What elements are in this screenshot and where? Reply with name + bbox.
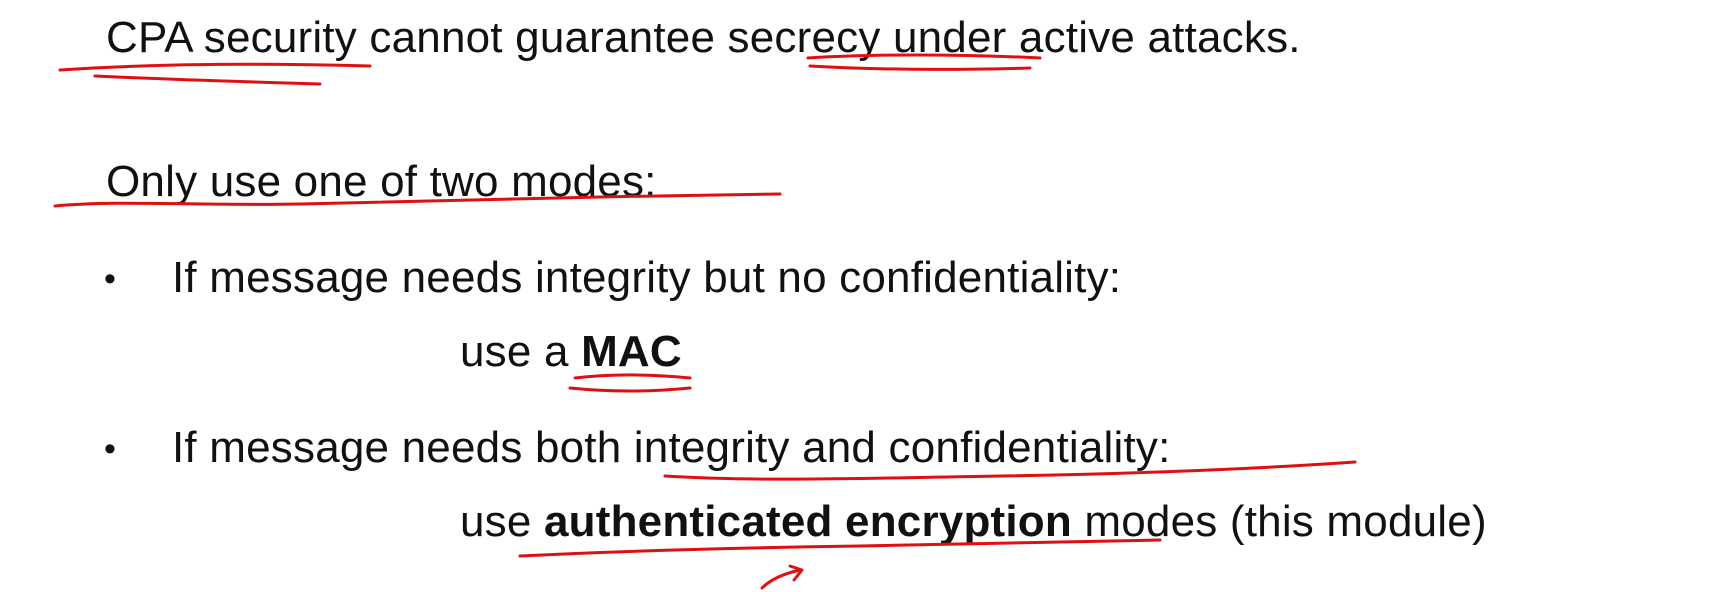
bullet-1-condition: If message needs integrity but no confid…	[172, 253, 1122, 302]
bullet-1-prefix: use a	[460, 327, 582, 376]
mac-term: MAC	[581, 327, 682, 376]
slide-line-modes-intro: Only use one of two modes:	[106, 160, 657, 204]
underline-mac-2	[568, 386, 692, 393]
bullet-2-condition: If message needs both integrity and conf…	[172, 423, 1171, 472]
bullet-2-text: If message needs both integrity and conf…	[172, 426, 1171, 470]
underline-cpa-security-2	[93, 74, 322, 86]
bullet-2-suffix: modes (this module)	[1071, 497, 1487, 546]
bullet-marker-1: •	[104, 260, 116, 298]
modes-intro-text: Only use one of two modes:	[106, 157, 657, 206]
underline-secrecy-2	[808, 64, 1032, 71]
authenticated-encryption-term: authenticated encryption	[543, 497, 1072, 546]
bullet-marker-2: •	[104, 430, 116, 468]
underline-cpa-security	[58, 62, 372, 72]
bullet-1-recommendation: use a MAC	[460, 330, 682, 374]
bullet-1-text: If message needs integrity but no confid…	[172, 256, 1121, 300]
arrow-annotation	[760, 564, 804, 590]
bullet-2-prefix: use	[460, 497, 544, 546]
lecture-slide: CPA security cannot guarantee secrecy un…	[0, 0, 1736, 592]
slide-line-cpa-security: CPA security cannot guarantee secrecy un…	[106, 16, 1301, 60]
bullet-2-recommendation: use authenticated encryption modes (this…	[460, 500, 1487, 544]
cpa-security-statement: CPA security cannot guarantee secrecy un…	[106, 13, 1301, 62]
